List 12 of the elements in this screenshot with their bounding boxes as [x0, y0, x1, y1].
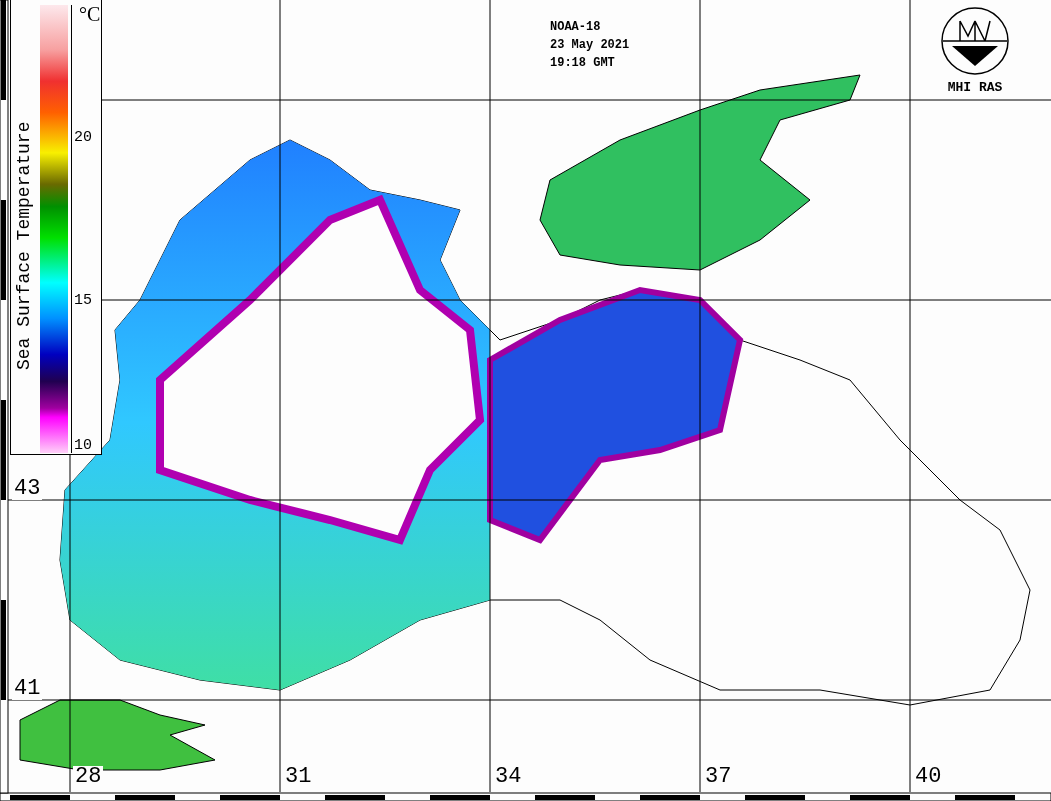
legend-tick-label: 15	[74, 292, 92, 308]
legend-title: Sea Surface Temperature	[14, 120, 34, 370]
institute-logo-icon	[940, 6, 1010, 76]
logo-text: MHI RAS	[947, 80, 1003, 95]
latitude-label: 41	[12, 678, 43, 700]
unit-label: °C	[79, 3, 101, 26]
header-text: 19:18 GMT	[550, 56, 616, 70]
legend-tick-label: 20	[74, 129, 92, 145]
latitude-label: 43	[12, 478, 43, 500]
header-text: NOAA-18	[550, 20, 602, 34]
legend-tick-label: 10	[74, 437, 92, 453]
header-text: 23 May 2021	[550, 38, 630, 52]
